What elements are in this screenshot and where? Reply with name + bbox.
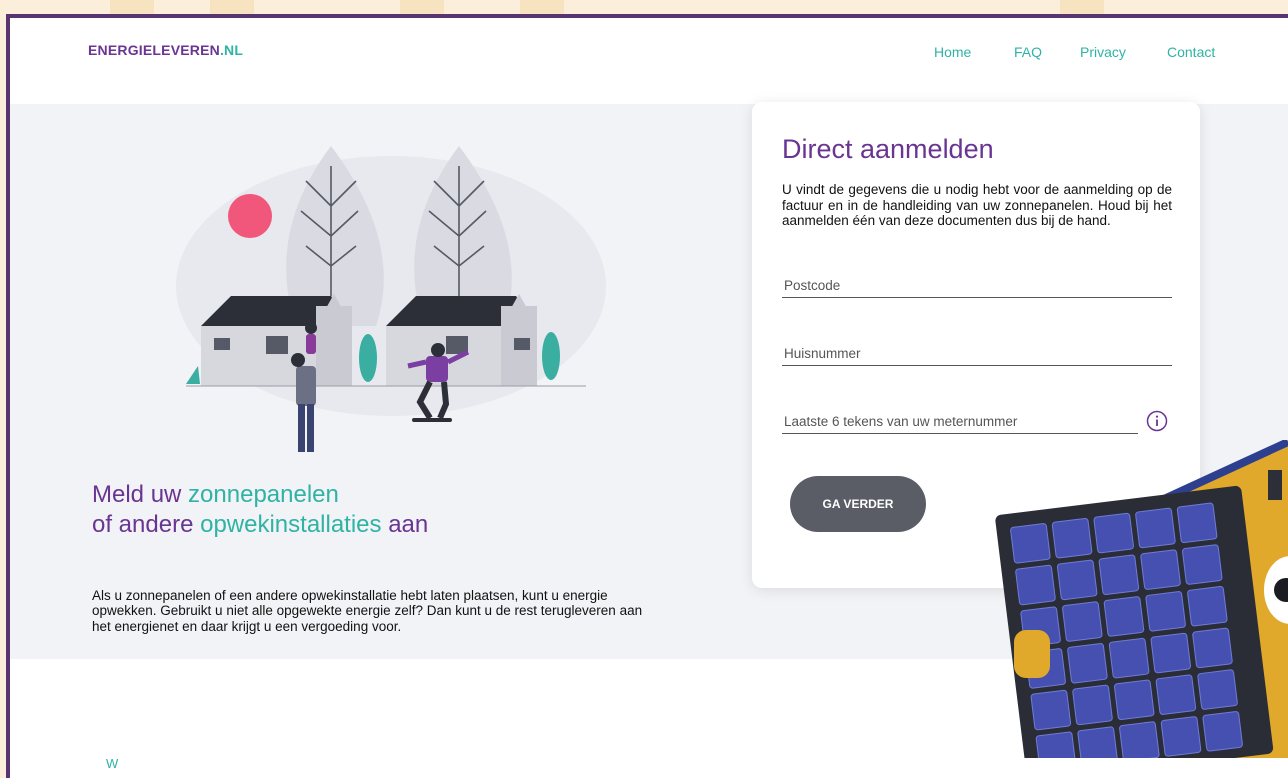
houses-solar-illustration bbox=[176, 146, 606, 452]
hero-intro-text: Als u zonnepanelen of een andere opwekin… bbox=[92, 587, 643, 634]
headline-highlight: opwekinstallaties bbox=[200, 511, 382, 538]
hero-headline: Meld uw zonnepanelen of andere opwekinst… bbox=[92, 480, 428, 540]
bush-illustration bbox=[359, 334, 377, 382]
info-icon[interactable] bbox=[1146, 410, 1168, 432]
meternummer-field[interactable] bbox=[782, 414, 1138, 434]
site-logo[interactable]: ENERGIELEVEREN.NL bbox=[88, 42, 243, 58]
headline-text: Meld uw bbox=[92, 481, 189, 508]
logo-main: ENERGIELEVEREN bbox=[88, 42, 220, 58]
bush-illustration bbox=[542, 332, 560, 380]
house-left bbox=[201, 294, 352, 386]
logo-tld: .NL bbox=[219, 42, 244, 58]
plant-illustration bbox=[186, 366, 200, 384]
form-description: U vindt de gegevens die u nodig hebt voo… bbox=[782, 182, 1172, 228]
submit-button[interactable]: GA VERDER bbox=[790, 476, 926, 532]
nav-privacy[interactable]: Privacy bbox=[1080, 44, 1126, 60]
next-section-title: W bbox=[106, 756, 119, 771]
headline-highlight: zonnepanelen bbox=[188, 481, 339, 508]
headline-text: of andere bbox=[92, 511, 201, 538]
postcode-field[interactable] bbox=[782, 278, 1172, 298]
huisnummer-field[interactable] bbox=[782, 346, 1172, 366]
form-title: Direct aanmelden bbox=[782, 134, 994, 164]
nav-contact[interactable]: Contact bbox=[1167, 44, 1215, 60]
solar-panel-mascot bbox=[995, 440, 1288, 758]
nav-home[interactable]: Home bbox=[934, 44, 971, 60]
nav-faq[interactable]: FAQ bbox=[1014, 44, 1042, 60]
headline-text: aan bbox=[381, 511, 429, 538]
site-header: ENERGIELEVEREN.NL Home FAQ Privacy Conta… bbox=[10, 18, 1288, 98]
sun-illustration bbox=[228, 194, 272, 238]
house-right bbox=[386, 294, 537, 386]
